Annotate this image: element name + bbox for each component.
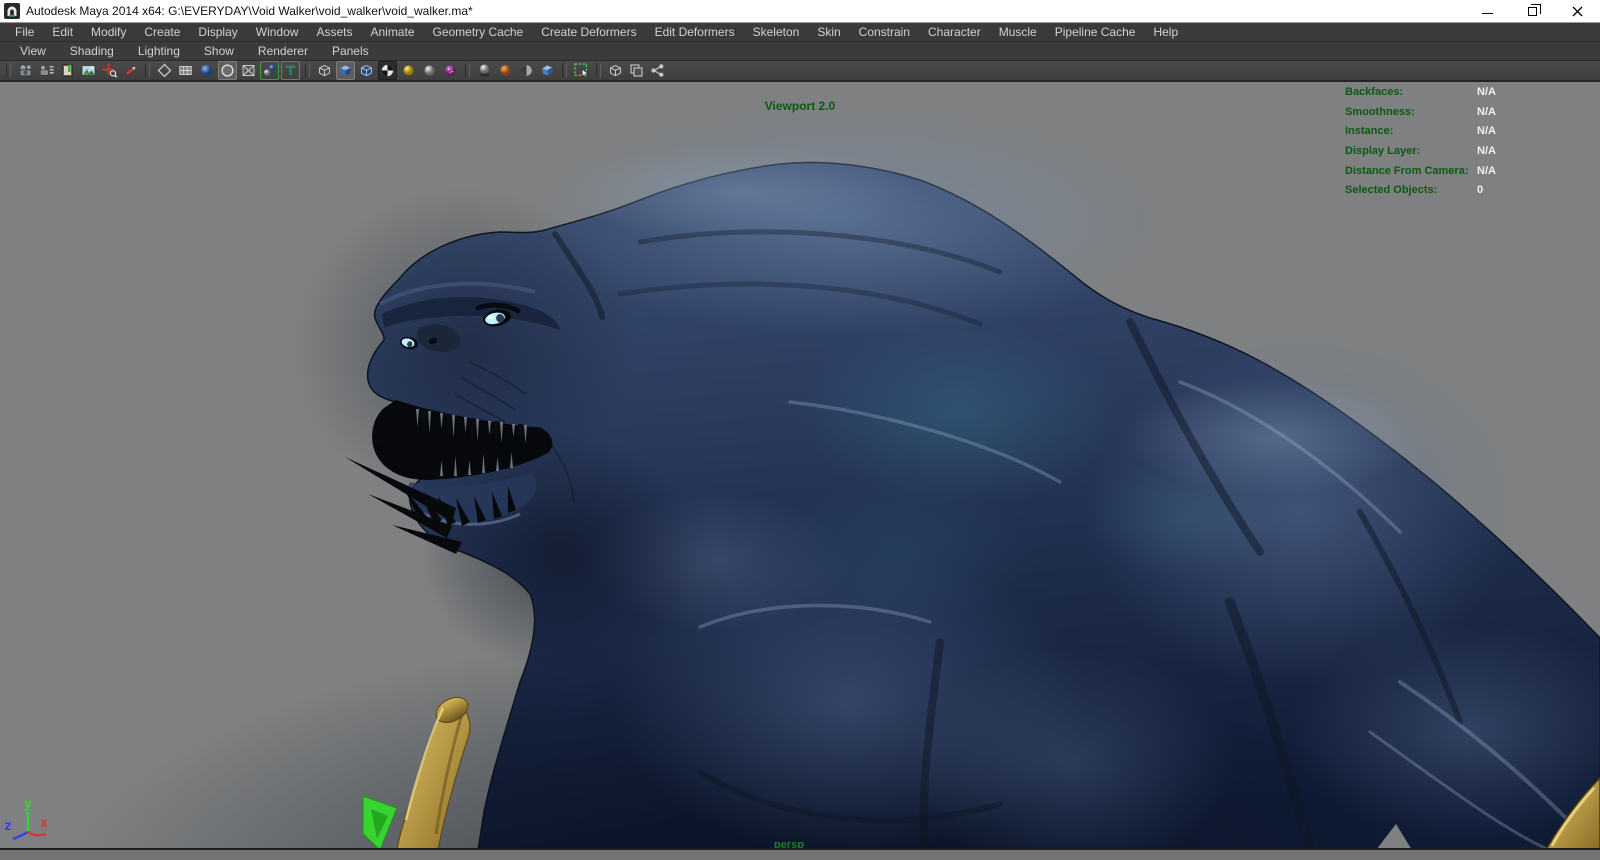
bookmarks-icon[interactable] <box>58 61 77 80</box>
panel-menu-bar: View Shading Lighting Show Renderer Pane… <box>0 41 1600 60</box>
flat-shade-icon[interactable] <box>176 61 195 80</box>
grease-pencil-icon[interactable] <box>121 61 140 80</box>
pan-zoom-icon[interactable] <box>100 61 119 80</box>
menu-assets[interactable]: Assets <box>307 25 361 39</box>
menu-skin[interactable]: Skin <box>808 25 849 39</box>
share-nodes-icon[interactable] <box>648 61 667 80</box>
smooth-shade-icon[interactable] <box>197 61 216 80</box>
viewport-cube-icon[interactable] <box>606 61 625 80</box>
close-icon <box>1572 6 1583 16</box>
all-lights-icon[interactable] <box>357 61 376 80</box>
hud-stat-instance: Instance: N/A <box>1345 125 1496 138</box>
window-bottom-edge <box>0 850 1600 860</box>
light-grey-icon[interactable] <box>420 61 439 80</box>
restore-icon <box>1528 3 1541 16</box>
camera-label: persp <box>774 839 804 850</box>
shadows-icon[interactable] <box>475 61 494 80</box>
ssao-icon[interactable] <box>496 61 515 80</box>
hud-stat-display-layer: Display Layer: N/A <box>1345 144 1496 157</box>
menu-skeleton[interactable]: Skeleton <box>744 25 809 39</box>
axis-x-label: x <box>40 816 48 831</box>
menu-window[interactable]: Window <box>247 25 308 39</box>
light-yellow-icon[interactable] <box>399 61 418 80</box>
panel-menu-shading[interactable]: Shading <box>58 44 126 58</box>
panel-menu-renderer[interactable]: Renderer <box>246 44 320 58</box>
default-lighting-icon[interactable] <box>336 61 355 80</box>
window-title: Autodesk Maya 2014 x64: G:\EVERYDAY\Void… <box>26 4 473 18</box>
light-purple-icon[interactable] <box>441 61 460 80</box>
hud-stats: Backfaces: N/A Smoothness: N/A Instance:… <box>1345 82 1545 200</box>
toolbar-separator[interactable] <box>6 63 11 78</box>
maya-window: Autodesk Maya 2014 x64: G:\EVERYDAY\Void… <box>0 0 1600 860</box>
panel-menu-show[interactable]: Show <box>192 44 246 58</box>
close-button[interactable] <box>1555 0 1600 22</box>
toolbar-separator[interactable] <box>596 63 601 78</box>
no-lights-icon[interactable] <box>315 61 334 80</box>
maya-app-icon <box>4 3 20 19</box>
menu-display[interactable]: Display <box>189 25 246 39</box>
axis-gizmo: y z x <box>4 797 48 841</box>
textured-checker-icon[interactable] <box>378 61 397 80</box>
viewport-panel[interactable]: Viewport 2.0 Backfaces: N/A Smoothness: … <box>0 82 1600 850</box>
isolate-select-icon[interactable] <box>572 61 591 80</box>
xray-icon[interactable] <box>239 61 258 80</box>
main-menu-bar: File Edit Modify Create Display Window A… <box>0 23 1600 41</box>
camera-attributes-icon[interactable] <box>37 61 56 80</box>
toolbar-separator[interactable] <box>145 63 150 78</box>
menu-create[interactable]: Create <box>135 25 189 39</box>
panel-menu-lighting[interactable]: Lighting <box>126 44 192 58</box>
wireframe-icon[interactable] <box>155 61 174 80</box>
menu-character[interactable]: Character <box>919 25 990 39</box>
toolbar-separator[interactable] <box>305 63 310 78</box>
toolbar-separator[interactable] <box>562 63 567 78</box>
title-bar: Autodesk Maya 2014 x64: G:\EVERYDAY\Void… <box>0 0 1600 23</box>
menu-animate[interactable]: Animate <box>361 25 423 39</box>
menu-file[interactable]: File <box>6 25 43 39</box>
hud-stat-backfaces: Backfaces: N/A <box>1345 85 1496 98</box>
motion-blur-icon[interactable] <box>517 61 536 80</box>
restore-button[interactable] <box>1510 0 1555 22</box>
select-camera-icon[interactable] <box>16 61 35 80</box>
minimize-button[interactable] <box>1465 0 1510 22</box>
menu-constrain[interactable]: Constrain <box>850 25 919 39</box>
textured-icon[interactable] <box>281 61 300 80</box>
hud-stat-selected-objects: Selected Objects: 0 <box>1345 184 1484 197</box>
dof-icon[interactable] <box>538 61 557 80</box>
menu-pipeline-cache[interactable]: Pipeline Cache <box>1046 25 1145 39</box>
panel-toolbar <box>0 60 1600 82</box>
menu-modify[interactable]: Modify <box>82 25 135 39</box>
menu-geometry-cache[interactable]: Geometry Cache <box>424 25 533 39</box>
toolbar-separator[interactable] <box>465 63 470 78</box>
frame-overlay-icon[interactable] <box>627 61 646 80</box>
menu-muscle[interactable]: Muscle <box>990 25 1046 39</box>
panel-menu-panels[interactable]: Panels <box>320 44 381 58</box>
default-material-icon[interactable] <box>218 61 237 80</box>
panel-menu-view[interactable]: View <box>8 44 58 58</box>
axis-y-label: y <box>24 797 32 812</box>
menu-edit-deformers[interactable]: Edit Deformers <box>646 25 744 39</box>
hud-stat-distance: Distance From Camera: N/A <box>1345 164 1496 177</box>
menu-edit[interactable]: Edit <box>43 25 82 39</box>
xray-joints-icon[interactable] <box>260 61 279 80</box>
hud-stat-smoothness: Smoothness: N/A <box>1345 105 1496 118</box>
menu-create-deformers[interactable]: Create Deformers <box>532 25 645 39</box>
axis-z-label: z <box>4 819 12 834</box>
menu-help[interactable]: Help <box>1144 25 1187 39</box>
minimize-icon <box>1482 12 1493 14</box>
image-plane-icon[interactable] <box>79 61 98 80</box>
